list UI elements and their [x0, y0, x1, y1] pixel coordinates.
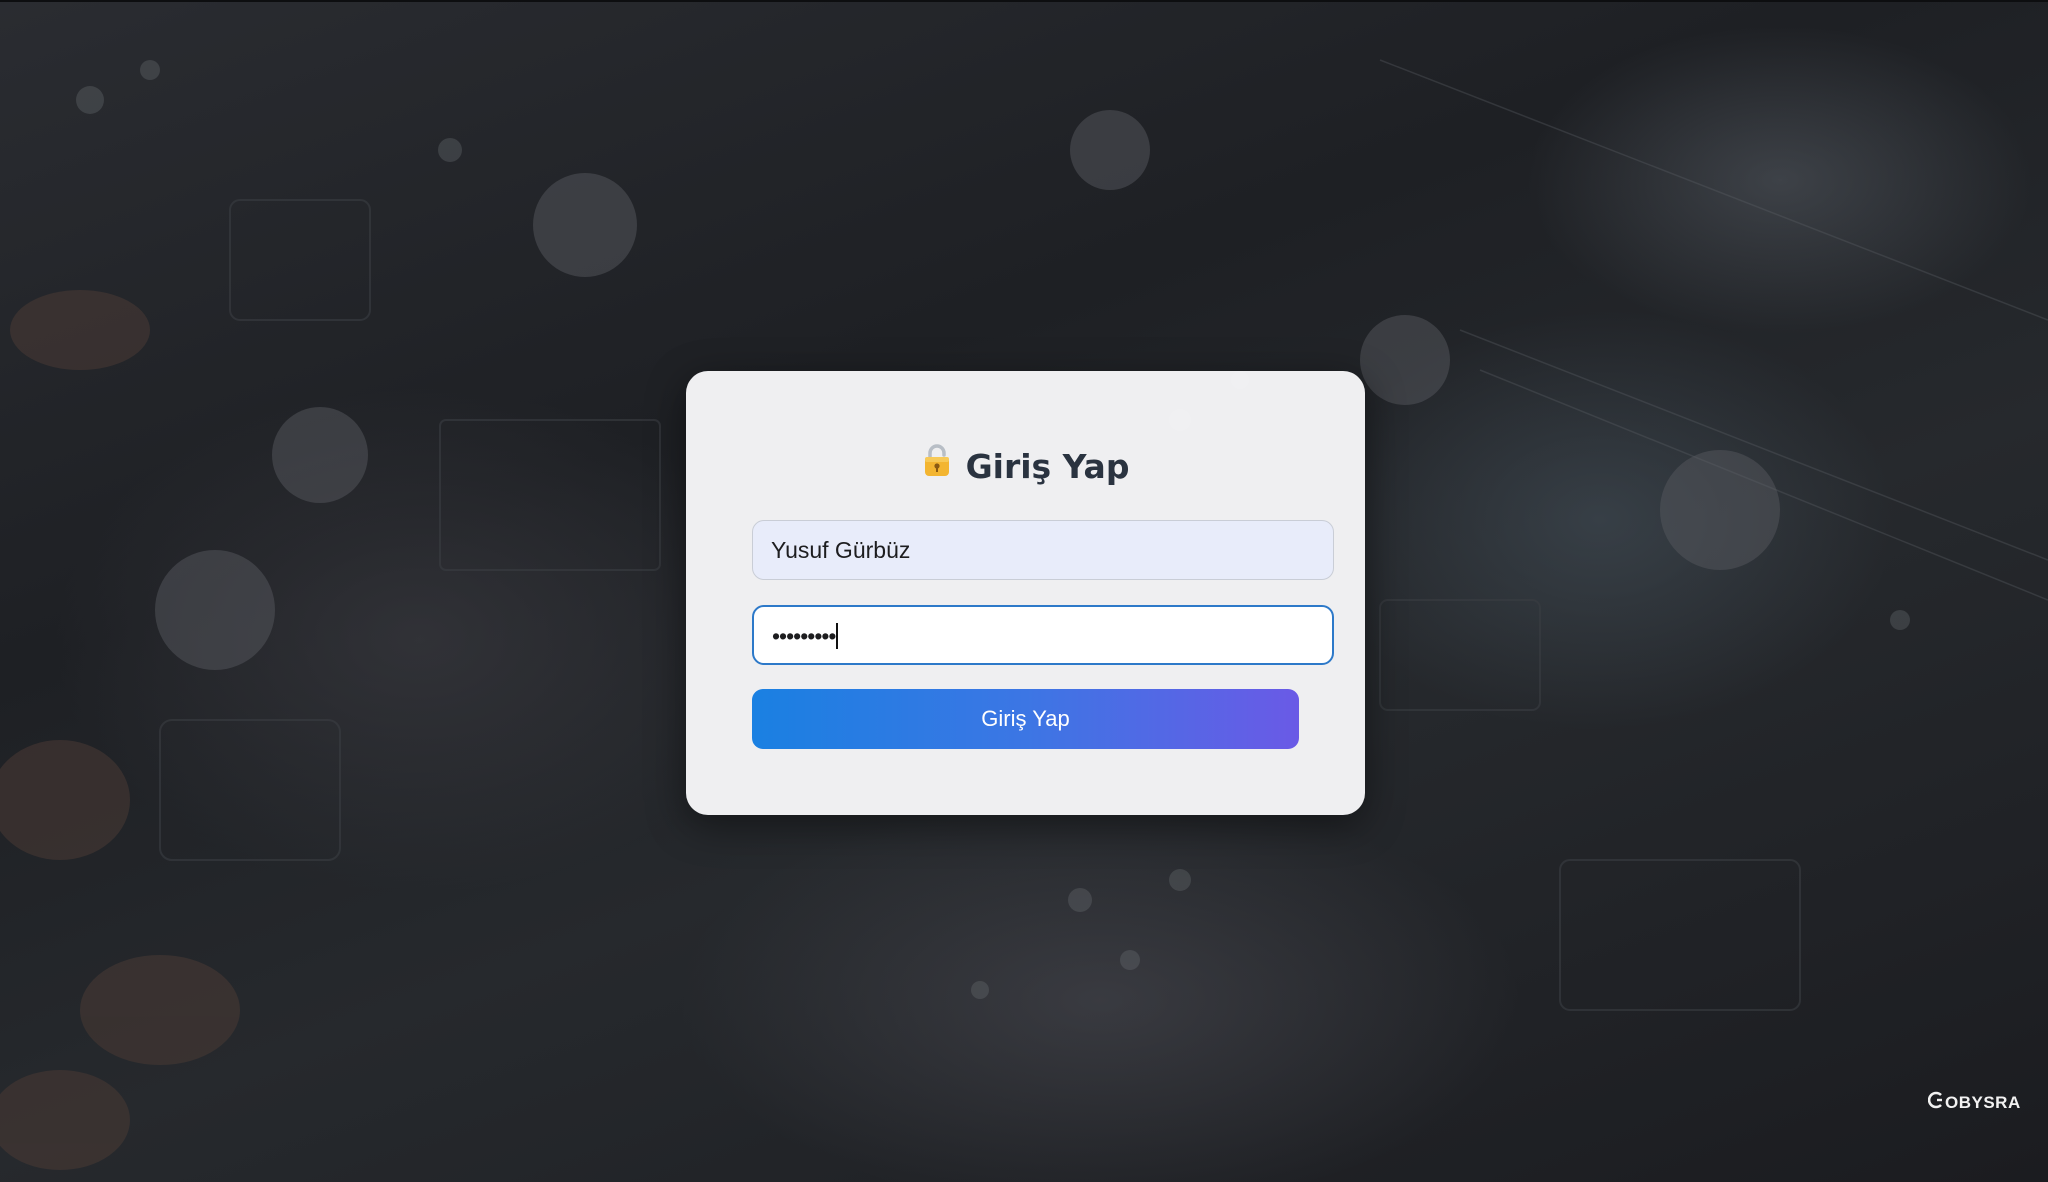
login-card: Giriş Yap Yusuf Gürbüz ••••••••• Giriş Y… [686, 371, 1365, 815]
password-field[interactable]: ••••••••• [752, 605, 1334, 665]
password-value: ••••••••• [772, 623, 836, 649]
text-caret [836, 622, 839, 649]
lock-icon [922, 443, 952, 488]
login-title-text: Giriş Yap [965, 447, 1130, 486]
login-button[interactable]: Giriş Yap [752, 689, 1299, 749]
c-logo-mark-icon [1927, 1091, 1944, 1116]
username-field[interactable]: Yusuf Gürbüz [752, 520, 1334, 580]
brand-logo-text: OBYSRA [1945, 1093, 2021, 1112]
brand-logo: OBYSRA [1927, 1091, 2021, 1116]
username-value: Yusuf Gürbüz [771, 537, 911, 563]
login-title: Giriş Yap [686, 443, 1365, 491]
